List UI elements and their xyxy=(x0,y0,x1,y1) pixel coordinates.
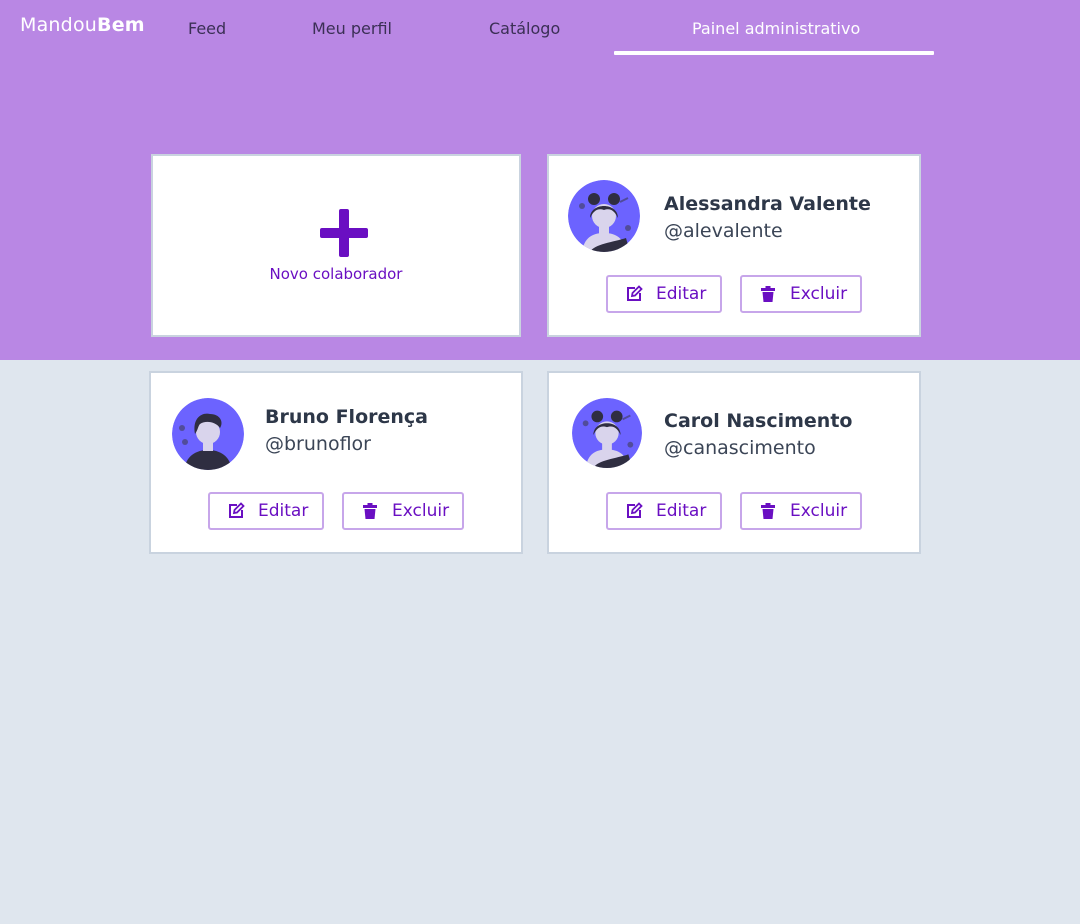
delete-button-label: Excluir xyxy=(790,284,848,304)
collaborator-handle: @canascimento xyxy=(664,437,816,459)
edit-button[interactable]: Editar xyxy=(208,492,324,530)
active-tab-indicator xyxy=(614,51,934,55)
collaborator-card: Bruno Florença @brunoflor Editar Excluir xyxy=(149,371,523,554)
edit-button-label: Editar xyxy=(656,284,707,304)
brand-logo[interactable]: MandouBem xyxy=(20,14,145,36)
trash-icon xyxy=(361,502,379,520)
delete-button-label: Excluir xyxy=(790,501,848,521)
collaborator-handle: @brunoflor xyxy=(265,433,371,455)
new-collaborator-label: Novo colaborador xyxy=(269,265,403,283)
brand-bold-text: Bem xyxy=(97,14,145,36)
male-avatar xyxy=(172,398,244,470)
plus-icon xyxy=(320,209,368,257)
nav-item-catalogo[interactable]: Catálogo xyxy=(489,19,560,38)
edit-button[interactable]: Editar xyxy=(606,275,722,313)
brand-light-text: Mandou xyxy=(20,14,98,36)
collaborator-name: Carol Nascimento xyxy=(664,410,853,432)
nav-item-meu-perfil[interactable]: Meu perfil xyxy=(312,19,392,38)
collaborator-handle: @alevalente xyxy=(664,220,783,242)
new-collaborator-card[interactable]: Novo colaborador xyxy=(151,154,521,337)
edit-button-label: Editar xyxy=(656,501,707,521)
delete-button[interactable]: Excluir xyxy=(740,492,862,530)
collaborator-name: Bruno Florença xyxy=(265,406,428,428)
female-avatar xyxy=(572,398,642,468)
nav-item-painel-administrativo[interactable]: Painel administrativo xyxy=(692,19,860,38)
edit-button[interactable]: Editar xyxy=(606,492,722,530)
delete-button[interactable]: Excluir xyxy=(740,275,862,313)
collaborator-card: Alessandra Valente @alevalente Editar Ex… xyxy=(547,154,921,337)
edit-button-label: Editar xyxy=(258,501,309,521)
female-avatar xyxy=(568,180,640,252)
delete-button-label: Excluir xyxy=(392,501,450,521)
trash-icon xyxy=(759,285,777,303)
collaborator-card: Carol Nascimento @canascimento Editar Ex… xyxy=(547,371,921,554)
pencil-edit-icon xyxy=(625,285,643,303)
nav-item-feed[interactable]: Feed xyxy=(188,19,226,38)
pencil-edit-icon xyxy=(625,502,643,520)
pencil-edit-icon xyxy=(227,502,245,520)
delete-button[interactable]: Excluir xyxy=(342,492,464,530)
trash-icon xyxy=(759,502,777,520)
collaborator-name: Alessandra Valente xyxy=(664,193,871,215)
